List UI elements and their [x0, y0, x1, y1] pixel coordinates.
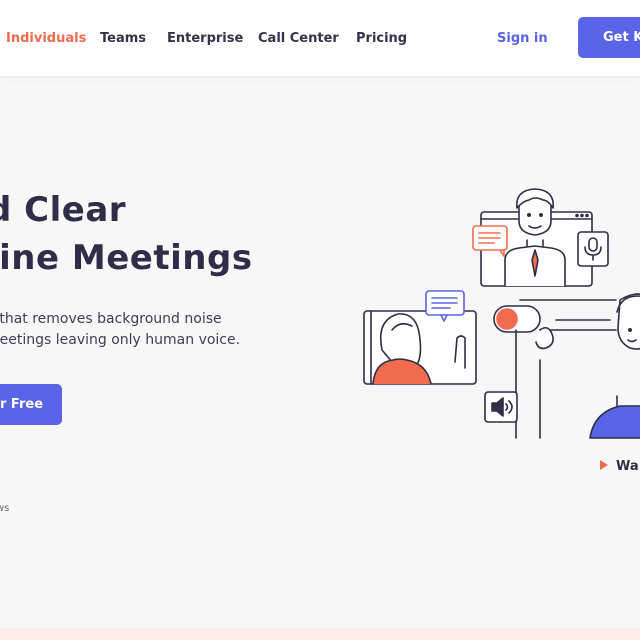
- bottom-section-strip: [0, 628, 640, 640]
- meeting-illustration: [363, 188, 640, 439]
